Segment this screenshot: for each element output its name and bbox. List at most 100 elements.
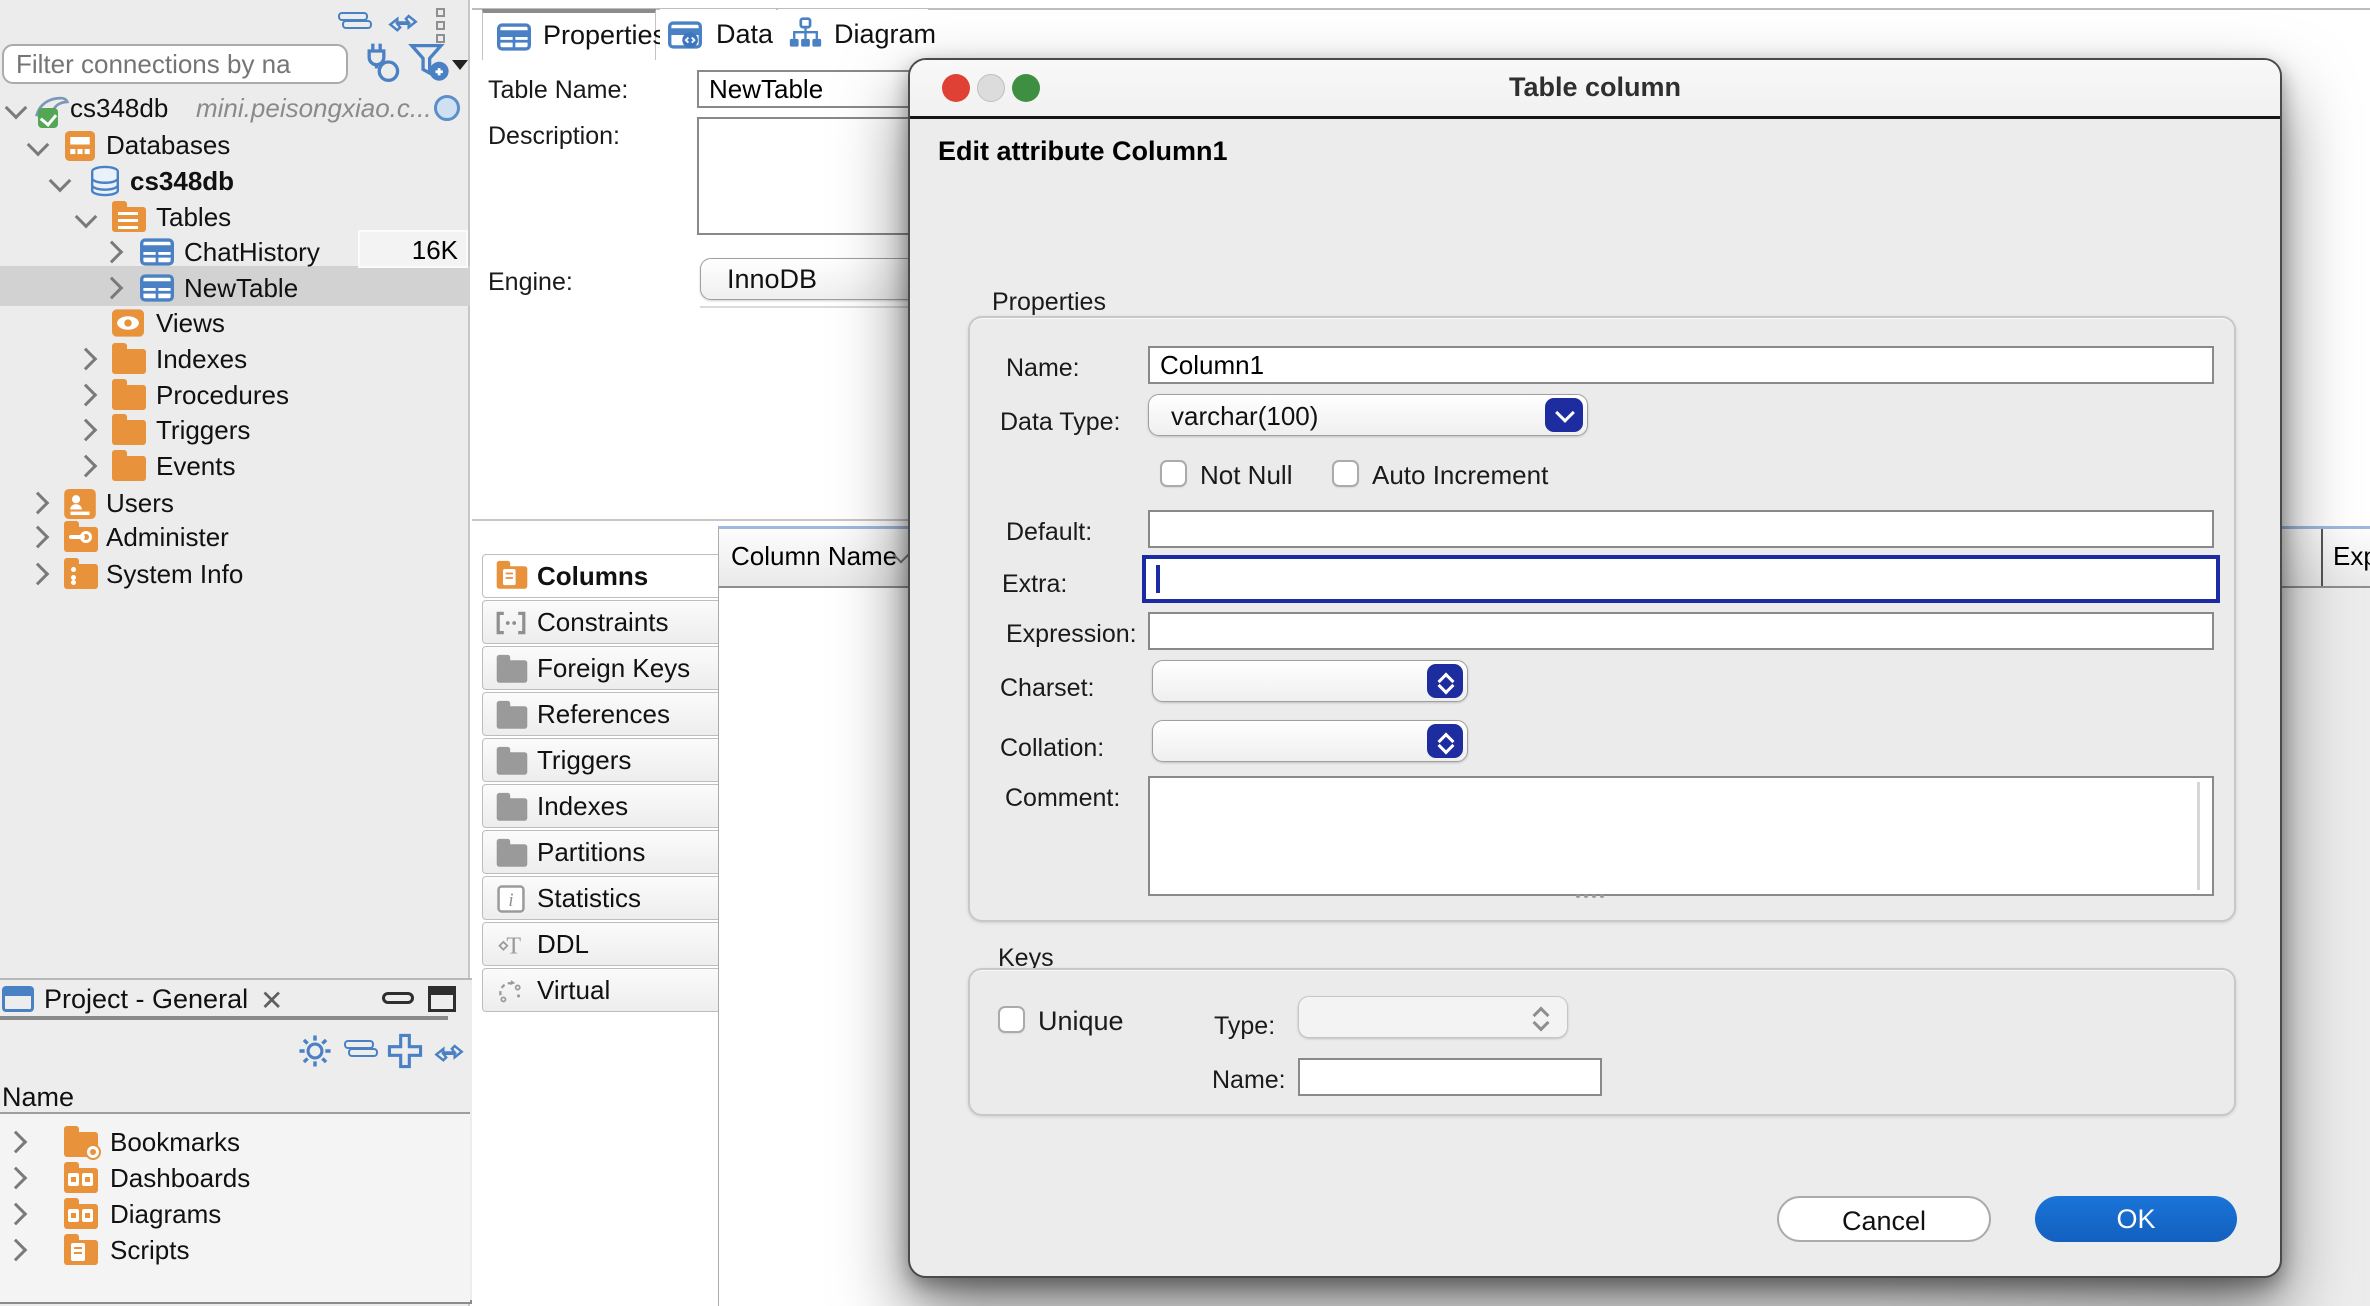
data-type-select[interactable]: varchar(100) [1148, 394, 1588, 436]
chevron-down-icon[interactable] [5, 97, 28, 120]
tree-row-indexes[interactable]: Indexes [0, 341, 470, 377]
expression-input[interactable] [1148, 612, 2214, 650]
collation-stepper-button[interactable] [1427, 724, 1463, 758]
grid-column-name-header[interactable]: Column Name [731, 541, 897, 572]
chevron-right-icon[interactable] [27, 526, 50, 549]
minimize-icon[interactable] [382, 992, 414, 1004]
project-row-dashboards[interactable]: Dashboards [0, 1160, 470, 1196]
project-row-scripts[interactable]: Scripts [0, 1232, 470, 1268]
chevron-down-icon[interactable] [75, 206, 98, 229]
more-dots-icon[interactable] [436, 8, 449, 44]
auto-increment-checkbox[interactable] [1332, 460, 1359, 487]
folder-icon [112, 420, 146, 445]
connection-ok-check-icon [38, 108, 58, 128]
name-column-header[interactable]: Name [2, 1082, 74, 1113]
tree-row-procedures[interactable]: Procedures [0, 377, 470, 413]
users-icon [64, 489, 96, 519]
section-tab-indexes[interactable]: Indexes [482, 784, 722, 828]
collation-select[interactable] [1152, 720, 1468, 762]
chevron-down-icon[interactable] [49, 170, 72, 193]
close-icon[interactable]: ✕ [260, 984, 283, 1017]
tree-row-newtable[interactable]: NewTable [0, 270, 470, 306]
ddl-icon: T [495, 931, 525, 959]
system-info-folder-icon [64, 564, 98, 589]
section-tab-references[interactable]: References [482, 692, 722, 736]
grid-expr-header[interactable]: Expr [2333, 541, 2370, 572]
chevron-down-icon[interactable] [27, 134, 50, 157]
section-tab-partitions[interactable]: Partitions [482, 830, 722, 874]
tree-row-events[interactable]: Events [0, 448, 470, 484]
extra-label: Extra: [1002, 570, 1067, 599]
chevron-right-icon[interactable] [27, 492, 50, 515]
comment-textarea[interactable] [1148, 776, 2214, 896]
chevron-right-icon[interactable] [101, 241, 124, 264]
section-tab-columns[interactable]: Columns [482, 554, 722, 598]
maximize-icon[interactable] [428, 986, 456, 1012]
chevron-right-icon[interactable] [5, 1131, 28, 1154]
gear-icon[interactable] [296, 1032, 334, 1070]
comment-scrollbar[interactable] [2197, 782, 2200, 890]
section-tab-label: DDL [537, 929, 589, 960]
filter-funnel-icon[interactable] [408, 42, 452, 84]
tab-data[interactable]: Data [660, 9, 776, 60]
charset-stepper-button[interactable] [1427, 664, 1463, 698]
tree-row-chathistory[interactable]: ChatHistory 16K [0, 234, 470, 270]
chevron-right-icon[interactable] [5, 1239, 28, 1262]
unique-checkbox[interactable] [998, 1006, 1025, 1033]
chevron-right-icon[interactable] [75, 384, 98, 407]
chevron-right-icon[interactable] [101, 277, 124, 300]
sync-arrows-icon[interactable] [432, 1036, 466, 1066]
dialog-titlebar[interactable]: Table column [910, 60, 2280, 119]
resize-handle-dots[interactable] [1576, 894, 1580, 898]
extra-input-focused[interactable] [1142, 555, 2220, 603]
svg-text:T: T [506, 933, 521, 959]
tree-row-users[interactable]: Users [0, 485, 470, 521]
section-tab-foreign-keys[interactable]: Foreign Keys [482, 646, 722, 690]
tab-diagram[interactable]: Diagram [778, 9, 928, 60]
sync-arrows-icon[interactable] [386, 6, 420, 36]
tab-properties[interactable]: Properties [482, 9, 656, 60]
default-input[interactable] [1148, 510, 2214, 548]
chevron-right-icon[interactable] [5, 1167, 28, 1190]
tree-row-views[interactable]: Views [0, 305, 470, 341]
project-row-bookmarks[interactable]: Bookmarks [0, 1124, 470, 1160]
tree-row-connection[interactable]: cs348db mini.peisongxiao.c... [0, 90, 470, 126]
tree-label: ChatHistory [184, 234, 320, 270]
section-tab-statistics[interactable]: i Statistics [482, 876, 722, 920]
tiles-icon[interactable] [338, 12, 372, 30]
tree-row-triggers[interactable]: Triggers [0, 412, 470, 448]
chevron-right-icon[interactable] [75, 455, 98, 478]
chevron-right-icon[interactable] [5, 1203, 28, 1226]
plus-icon[interactable] [386, 1032, 424, 1070]
not-null-checkbox[interactable] [1160, 460, 1187, 487]
project-row-diagrams[interactable]: Diagrams [0, 1196, 470, 1232]
filter-dropdown-arrow[interactable] [452, 60, 468, 70]
charset-select[interactable] [1152, 660, 1468, 702]
tiles-icon[interactable] [344, 1040, 378, 1058]
tree-row-system-info[interactable]: System Info [0, 556, 470, 592]
section-tab-ddl[interactable]: T DDL [482, 922, 722, 966]
key-type-label: Type: [1214, 1012, 1275, 1041]
plug-icon[interactable] [360, 40, 404, 84]
default-label: Default: [1006, 518, 1092, 547]
section-tab-virtual[interactable]: Virtual [482, 968, 722, 1012]
key-name-input[interactable] [1298, 1058, 1602, 1096]
folder-icon [112, 456, 146, 481]
filter-connections-input[interactable] [2, 44, 348, 84]
keys-group: Unique Type: Name: [968, 968, 2236, 1116]
section-tab-constraints[interactable]: Constraints [482, 600, 722, 644]
tree-row-databases[interactable]: Databases [0, 127, 470, 163]
project-tab[interactable]: Project - General ✕ [0, 984, 448, 1016]
section-tab-triggers[interactable]: Triggers [482, 738, 722, 782]
cancel-button[interactable]: Cancel [1777, 1196, 1991, 1242]
name-label: Name: [1006, 354, 1080, 383]
data-type-dropdown-button[interactable] [1545, 398, 1583, 432]
chevron-right-icon[interactable] [75, 348, 98, 371]
column-name-input[interactable]: Column1 [1148, 346, 2214, 384]
tree-row-administer[interactable]: Administer [0, 519, 470, 555]
chevron-right-icon[interactable] [75, 419, 98, 442]
key-type-select-disabled[interactable] [1298, 996, 1568, 1038]
tree-row-schema-cs348db[interactable]: cs348db [0, 163, 470, 199]
chevron-right-icon[interactable] [27, 563, 50, 586]
ok-button[interactable]: OK [2035, 1196, 2237, 1242]
